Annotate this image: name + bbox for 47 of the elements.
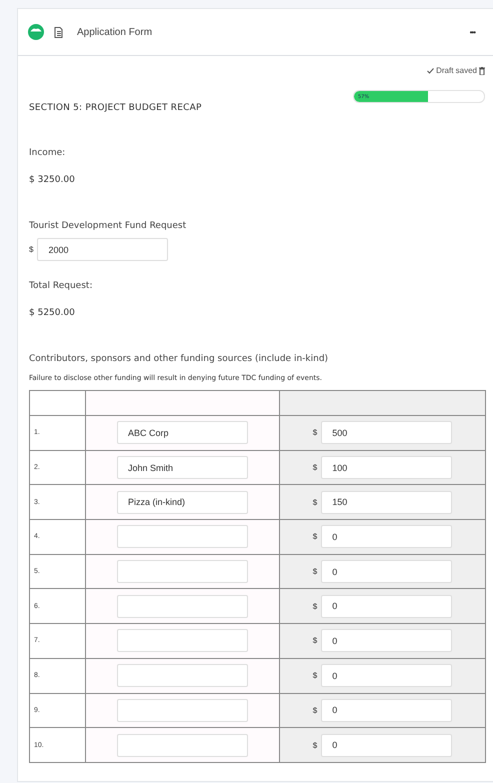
contributors-label: Contributors, sponsors and other funding sources (include in-kind) xyxy=(29,354,330,364)
checkmark-icon xyxy=(427,68,434,74)
contributor-name-field[interactable] xyxy=(117,594,248,618)
contributor-name-field[interactable]: John Smith xyxy=(117,456,248,480)
contribution-amount-field[interactable]: 0 xyxy=(321,629,452,652)
contributor-name-field[interactable] xyxy=(117,629,248,652)
currency-symbol: $ xyxy=(312,671,318,680)
header-cell xyxy=(30,390,86,416)
logo-icon xyxy=(28,24,44,40)
currency-symbol: $ xyxy=(312,706,318,715)
contributor-name-field[interactable] xyxy=(117,698,248,722)
contribution-amount-field[interactable]: 0 xyxy=(321,525,452,548)
contributor-name-field[interactable] xyxy=(117,525,248,548)
fund-request-label: Tourist Development Fund Request xyxy=(29,221,188,231)
contributor-name-field[interactable] xyxy=(117,734,248,757)
contribution-amount-field[interactable]: 0 xyxy=(321,734,452,757)
contribution-amount-field[interactable]: 0 xyxy=(321,560,452,584)
currency-symbol: $ xyxy=(312,567,318,576)
section-title: SECTION 5: PROJECT BUDGET RECAP xyxy=(29,103,203,113)
contributor-name-field[interactable]: Pizza (in-kind) xyxy=(117,490,248,514)
currency-symbol: $ xyxy=(312,428,318,438)
currency-symbol: $ xyxy=(312,463,318,472)
draft-status: Draft saved xyxy=(436,66,477,75)
contributor-name-field[interactable] xyxy=(117,664,248,688)
total-request-value: $ 5250.00 xyxy=(29,308,76,318)
trash-icon[interactable] xyxy=(479,66,485,74)
currency-symbol: $ xyxy=(312,498,318,507)
contribution-amount-field[interactable]: 0 xyxy=(321,664,452,688)
fund-request-field[interactable]: 2000 xyxy=(37,238,168,261)
currency-symbol: $ xyxy=(312,602,318,611)
total-request-label: Total Request: xyxy=(29,281,94,291)
income-value: $ 3250.00 xyxy=(29,175,76,185)
contribution-amount-field[interactable]: 0 xyxy=(321,698,452,722)
document-icon xyxy=(54,26,63,38)
currency-symbol: $ xyxy=(312,532,318,542)
contribution-amount-field[interactable]: 150 xyxy=(321,490,452,514)
form-title: Application Form xyxy=(77,26,154,38)
contributor-name-field[interactable]: ABC Corp xyxy=(117,421,248,444)
currency-symbol: $ xyxy=(29,245,34,254)
more-menu-button[interactable]: ••• xyxy=(470,28,475,36)
contribution-amount-field[interactable]: 500 xyxy=(321,421,452,444)
contribution-amount-field[interactable]: 100 xyxy=(321,456,452,480)
contributor-name-field[interactable] xyxy=(117,560,248,584)
currency-symbol: $ xyxy=(312,740,318,750)
contribution-amount-field[interactable]: 0 xyxy=(321,594,452,618)
currency-symbol: $ xyxy=(312,636,318,646)
income-label: Income: xyxy=(29,148,66,158)
